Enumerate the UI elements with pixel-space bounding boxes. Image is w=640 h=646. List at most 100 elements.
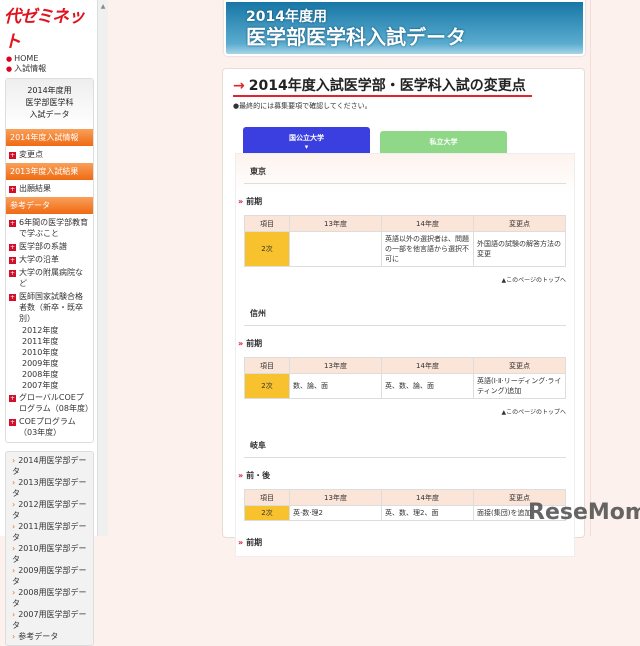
phase-heading: » 前期 bbox=[238, 197, 263, 206]
exam-info-link[interactable]: ● 入試情報 bbox=[0, 64, 97, 74]
data-link[interactable]: › 参考データ bbox=[6, 631, 93, 642]
plus-icon: + bbox=[9, 270, 16, 277]
cell-item: 2次 bbox=[244, 505, 290, 521]
header-13: 13年度 bbox=[289, 489, 382, 506]
header-item: 項目 bbox=[244, 357, 290, 374]
table-row: 2次 英語以外の選択者は、問題の一部を他言語から選択不可に 外国語の試験の解答方法の… bbox=[244, 231, 566, 267]
cell-item: 2次 bbox=[244, 231, 290, 267]
year-link[interactable]: 2007年度 bbox=[6, 380, 93, 391]
sidebar: 代ゼミネット ● HOME ● 入試情報 2014年度用 医学部医学科 入試データ 20… bbox=[0, 0, 97, 646]
year-link[interactable]: 2010年度 bbox=[6, 347, 93, 358]
table-row: 2次 数、論、面 英、数、論、面 英語(Ⅰ·Ⅱ·リーディング·ライティング)追加 bbox=[244, 373, 566, 399]
caret-down-icon: ▾ bbox=[304, 143, 309, 151]
data-link[interactable]: › 2007用医学部データ bbox=[6, 609, 93, 631]
sidebar-menu: 2014年度用 医学部医学科 入試データ 2014年度入試情報 + 変更点 2013年… bbox=[5, 78, 94, 443]
header-item: 項目 bbox=[244, 215, 290, 232]
year-link[interactable]: 2012年度 bbox=[6, 325, 93, 336]
page-banner: 2014年度用 医学部医学科入試データ bbox=[224, 0, 585, 56]
header-13: 13年度 bbox=[289, 357, 382, 374]
site-logo[interactable]: 代ゼミネット bbox=[0, 0, 97, 54]
changes-table: 項目 13年度 14年度 変更点 2次 英·数·理2 英、数、理2、面 面接(集団)を追加 bbox=[244, 489, 566, 521]
data-link[interactable]: › 2012用医学部データ bbox=[6, 499, 93, 521]
arrow-icon: › bbox=[12, 566, 16, 575]
sidebar-item[interactable]: + 医師国家試験合格者数（新卒・既卒別） bbox=[6, 290, 93, 325]
header-14: 14年度 bbox=[381, 357, 474, 374]
university-list: 東京 » 前期 項目 13年度 14年度 変更点 2次 英語以外の選択者は、問題の一部を他… bbox=[235, 153, 575, 557]
changes-table: 項目 13年度 14年度 変更点 2次 英語以外の選択者は、問題の一部を他言語から選択不… bbox=[244, 215, 566, 267]
cell-14: 英、数、理2、面 bbox=[381, 505, 474, 521]
scroll-up-icon: ▲ bbox=[100, 3, 106, 10]
plus-icon: + bbox=[9, 419, 16, 426]
double-chevron-icon: » bbox=[238, 339, 244, 348]
header-change: 変更点 bbox=[473, 215, 566, 232]
sidebar-item[interactable]: + 大学の沿革 bbox=[6, 253, 93, 266]
double-chevron-icon: » bbox=[238, 538, 244, 547]
banner-subtitle: 2014年度用 bbox=[246, 9, 327, 25]
year-link[interactable]: 2008年度 bbox=[6, 369, 93, 380]
data-link[interactable]: › 2013用医学部データ bbox=[6, 477, 93, 499]
plus-icon: + bbox=[9, 257, 16, 264]
cell-13: 数、論、面 bbox=[289, 373, 382, 399]
double-chevron-icon: » bbox=[238, 197, 244, 206]
arrow-right-icon: → bbox=[233, 78, 245, 94]
sidebar-item[interactable]: + 大学の附属病院など bbox=[6, 266, 93, 290]
section-header: 2014年度入試情報 bbox=[6, 129, 93, 146]
cell-change: 英語(Ⅰ·Ⅱ·リーディング·ライティング)追加 bbox=[473, 373, 566, 399]
sidebar-item[interactable]: +6年間の医学部教育で学ぶこと bbox=[6, 216, 93, 240]
sidebar-item[interactable]: + 医学部の系譜 bbox=[6, 240, 93, 253]
section-header: 2013年度入試結果 bbox=[6, 163, 93, 180]
sidebar-scrollbar[interactable]: ▲ bbox=[97, 0, 108, 536]
phase-heading: » 前・後 bbox=[238, 471, 271, 480]
university-name: 信州 bbox=[244, 296, 566, 326]
arrow-icon: › bbox=[12, 544, 16, 553]
section-header: 参考データ bbox=[6, 197, 93, 214]
double-chevron-icon: » bbox=[238, 471, 244, 480]
back-to-top-link[interactable]: ▲このページのトップへ bbox=[244, 407, 567, 416]
arrow-icon: › bbox=[12, 588, 16, 597]
header-13: 13年度 bbox=[289, 215, 382, 232]
tab-private[interactable]: 私立大学 bbox=[380, 131, 507, 153]
cell-14: 英、数、論、面 bbox=[381, 373, 474, 399]
circle-arrow-icon: ● bbox=[6, 55, 13, 63]
back-to-top-link[interactable]: ▲このページのトップへ bbox=[244, 275, 567, 284]
tab-national-public[interactable]: 国公立大学 ▾ bbox=[243, 127, 370, 153]
home-link[interactable]: ● HOME bbox=[0, 54, 97, 64]
phase-heading: » 前期 bbox=[238, 538, 263, 547]
university-name: 岐阜 bbox=[244, 428, 566, 458]
sidebar-item[interactable]: + 変更点 bbox=[6, 148, 93, 161]
year-link[interactable]: 2009年度 bbox=[6, 358, 93, 369]
banner-title: 医学部医学科入試データ bbox=[246, 25, 466, 49]
arrow-icon: › bbox=[12, 632, 16, 641]
plus-icon: + bbox=[9, 294, 16, 301]
sidebar-item[interactable]: + COEプログラム（03年度） bbox=[6, 415, 93, 442]
cell-14: 英語以外の選択者は、問題の一部を他言語から選択不可に bbox=[381, 231, 474, 267]
plus-icon: + bbox=[9, 244, 16, 251]
phase-heading: » 前期 bbox=[238, 339, 263, 348]
plus-icon: + bbox=[9, 220, 16, 227]
arrow-icon: › bbox=[12, 500, 16, 509]
main-content: → 2014年度入試医学部・医学科入試の変更点 ●最終的には募集要項で確認してくだ… bbox=[222, 68, 585, 557]
sidebar-item[interactable]: + グローバルCOEプログラム（08年度） bbox=[6, 391, 93, 415]
data-link[interactable]: › 2014用医学部データ bbox=[6, 455, 93, 477]
header-change: 変更点 bbox=[473, 357, 566, 374]
university-name: 東京 bbox=[244, 154, 566, 184]
arrow-icon: › bbox=[12, 522, 16, 531]
data-links: › 2014用医学部データ › 2013用医学部データ › 2012用医学部データ ›… bbox=[5, 451, 94, 646]
header-14: 14年度 bbox=[381, 215, 474, 232]
arrow-icon: › bbox=[12, 478, 16, 487]
header-item: 項目 bbox=[244, 489, 290, 506]
divider bbox=[590, 0, 591, 536]
page-title: → 2014年度入試医学部・医学科入試の変更点 bbox=[233, 77, 532, 97]
cell-item: 2次 bbox=[244, 373, 290, 399]
arrow-icon: › bbox=[12, 456, 16, 465]
resemom-watermark: ReseMom bbox=[528, 500, 640, 525]
header-14: 14年度 bbox=[381, 489, 474, 506]
data-link[interactable]: › 2009用医学部データ bbox=[6, 565, 93, 587]
data-link[interactable]: › 2010用医学部データ bbox=[6, 543, 93, 565]
year-link[interactable]: 2011年度 bbox=[6, 336, 93, 347]
cell-change: 外国語の試験の解答方法の変更 bbox=[473, 231, 566, 267]
arrow-icon: › bbox=[12, 610, 16, 619]
data-link[interactable]: › 2008用医学部データ bbox=[6, 587, 93, 609]
data-link[interactable]: › 2011用医学部データ bbox=[6, 521, 93, 543]
sidebar-item[interactable]: + 出願結果 bbox=[6, 182, 93, 195]
